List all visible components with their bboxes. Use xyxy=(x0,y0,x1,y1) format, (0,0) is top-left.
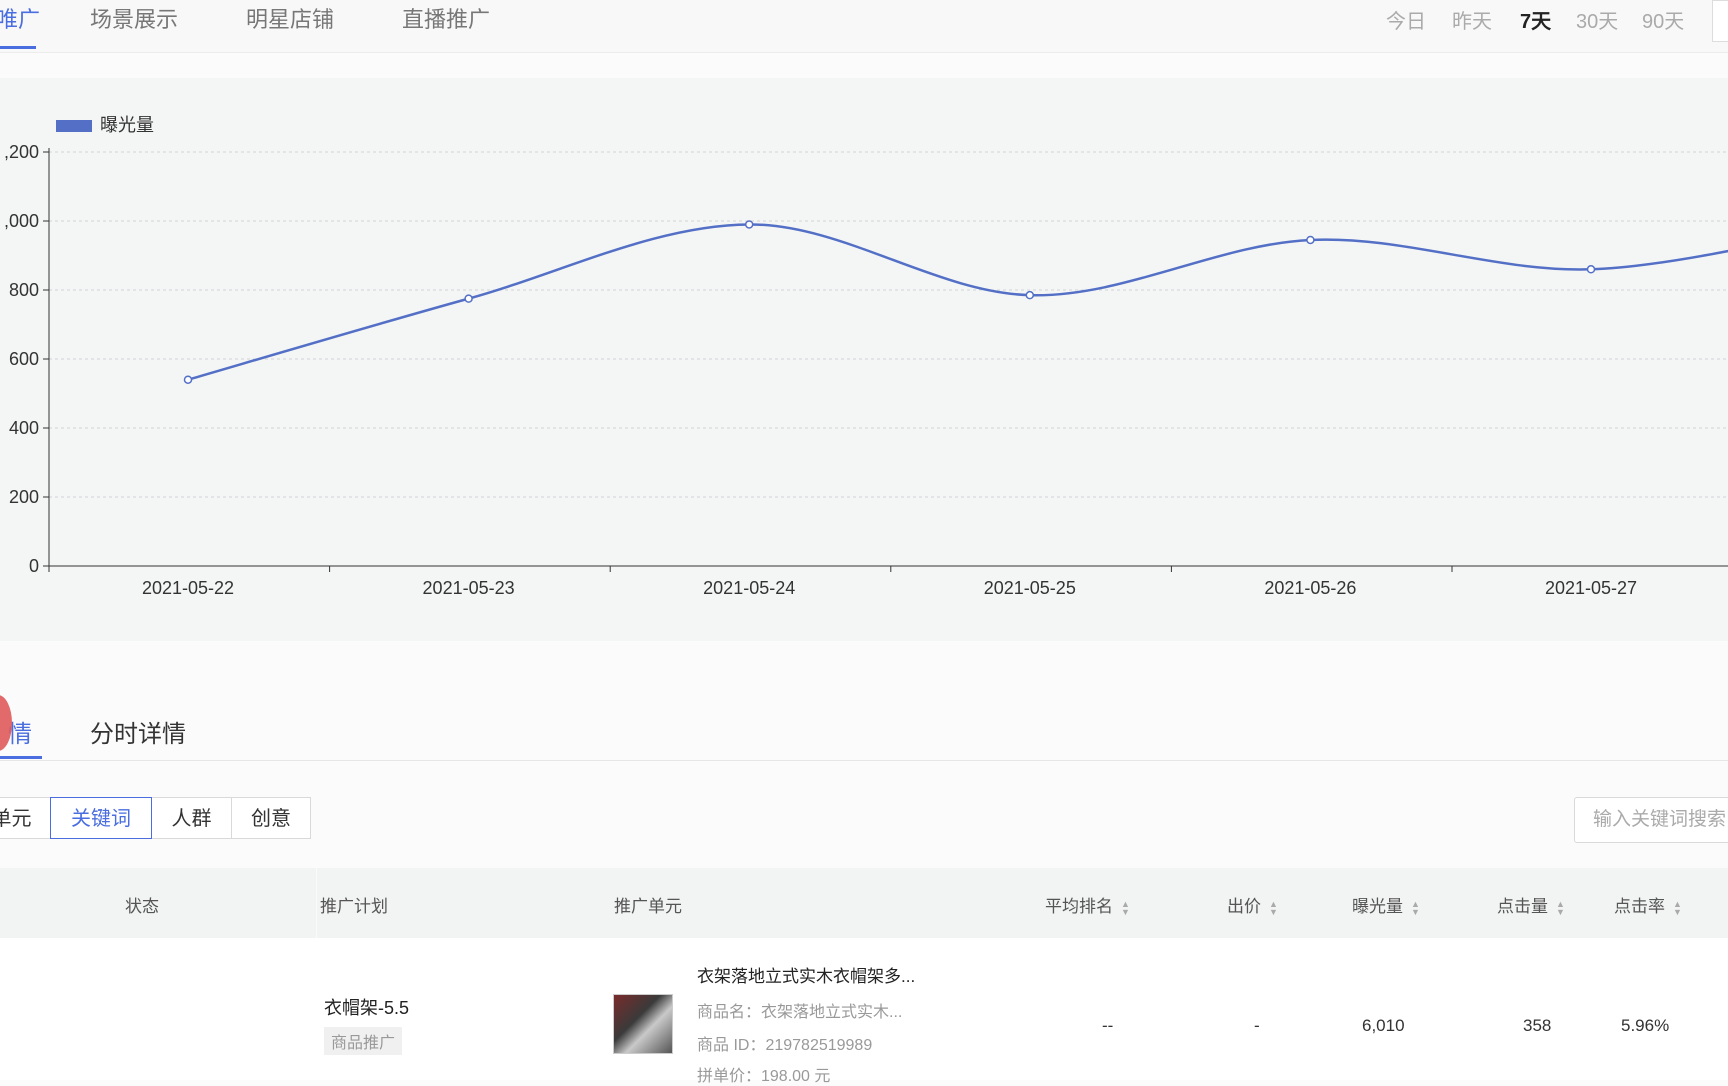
product-id: 商品 ID：219782519989 xyxy=(697,1037,873,1054)
group-price: 拼单价：198.00 元 xyxy=(697,1068,831,1085)
range-today[interactable]: 今日 xyxy=(1386,5,1426,34)
plan-type-badge: 商品推广 xyxy=(324,1027,403,1055)
bid-value: - xyxy=(1254,1016,1260,1035)
data-point xyxy=(744,220,754,229)
sort-icon[interactable]: ▲ ▼ xyxy=(1411,899,1420,916)
header-divider xyxy=(316,868,317,938)
header-ctr[interactable]: 点击率 ▲ ▼ xyxy=(1614,892,1682,917)
table-header: 状态 推广计划 推广单元 平均排名 ▲ ▼ 出价 ▲ ▼ 曝光量 ▲ ▼ 点击量 ▲ ▼ 点击率… xyxy=(0,868,1728,938)
clicks-value: 358 xyxy=(1523,1016,1552,1035)
filter-audience[interactable]: 人群 xyxy=(151,797,232,839)
header-clicks[interactable]: 点击量 ▲ ▼ xyxy=(1497,892,1565,917)
range-30-days[interactable]: 30天 xyxy=(1576,5,1618,34)
filter-keyword[interactable]: 关键词 xyxy=(50,797,152,839)
legend-swatch xyxy=(56,120,92,132)
active-tab-indicator xyxy=(0,46,36,49)
ctr-value: 5.96% xyxy=(1621,1016,1670,1035)
sort-icon[interactable]: ▲ ▼ xyxy=(1121,899,1130,916)
data-point xyxy=(1586,265,1596,274)
impressions-value: 6,010 xyxy=(1362,1016,1405,1035)
tab-promotion[interactable]: 唯广 xyxy=(0,2,40,34)
product-title[interactable]: 衣架落地立式实木衣帽架多... xyxy=(697,962,915,987)
detail-tab-bar: 情 分时详情 xyxy=(0,700,1728,761)
filter-creative[interactable]: 创意 xyxy=(231,797,311,839)
sort-icon[interactable]: ▲ ▼ xyxy=(1269,899,1278,916)
keyword-search-input[interactable] xyxy=(1574,797,1728,843)
y-tick-label: 200 xyxy=(9,487,39,507)
data-point xyxy=(1025,290,1035,300)
date-picker[interactable] xyxy=(1712,0,1728,42)
x-tick-label: 2021-05-23 xyxy=(423,578,515,598)
header-impressions-label: 曝光量 xyxy=(1352,897,1403,916)
header-plan: 推广计划 xyxy=(320,897,388,916)
y-tick-label: 400 xyxy=(9,418,39,438)
table-row[interactable]: 衣帽架-5.5 商品推广 衣架落地立式实木衣帽架多... 商品名：衣架落地立式实… xyxy=(0,938,1728,1085)
x-tick-label: 2021-05-27 xyxy=(1545,578,1637,598)
header-clicks-label: 点击量 xyxy=(1497,897,1548,916)
tab-scene-display[interactable]: 场景展示 xyxy=(90,2,178,34)
header-avg-rank[interactable]: 平均排名 ▲ ▼ xyxy=(1045,892,1130,917)
chart-panel: 0 200 400 600 800 ,000 ,200 2021-05-22 2021-05-2… xyxy=(0,78,1728,641)
active-detail-tab-indicator xyxy=(0,756,42,759)
x-tick-label: 2021-05-24 xyxy=(703,578,795,598)
sort-icon[interactable]: ▲ ▼ xyxy=(1556,899,1565,916)
sort-icon[interactable]: ▲ ▼ xyxy=(1673,899,1682,916)
header-bid-label: 出价 xyxy=(1227,897,1261,916)
y-tick-label: ,200 xyxy=(4,142,39,162)
data-point xyxy=(183,375,193,384)
tab-live-promotion[interactable]: 直播推广 xyxy=(402,2,490,34)
filter-unit[interactable]: 单元 xyxy=(0,797,52,839)
tab-hourly-details[interactable]: 分时详情 xyxy=(90,714,186,749)
y-tick-label: 600 xyxy=(9,349,39,369)
avg-rank-value: -- xyxy=(1102,1016,1114,1035)
plan-name[interactable]: 衣帽架-5.5 xyxy=(324,994,409,1020)
y-tick-label: ,000 xyxy=(4,211,39,231)
data-point xyxy=(464,294,473,303)
series-line xyxy=(187,223,1728,381)
range-90-days[interactable]: 90天 xyxy=(1642,5,1684,34)
x-tick-label: 2021-05-22 xyxy=(142,578,234,598)
range-yesterday[interactable]: 昨天 xyxy=(1452,5,1492,34)
product-thumbnail xyxy=(613,994,673,1054)
product-name: 商品名：衣架落地立式实木... xyxy=(697,1004,903,1021)
x-tick-label: 2021-05-26 xyxy=(1264,578,1356,598)
top-tab-bar: 唯广 场景展示 明星店铺 直播推广 今日 昨天 7天 30天 90天 xyxy=(0,0,1728,53)
header-bid[interactable]: 出价 ▲ ▼ xyxy=(1227,892,1278,917)
header-impressions[interactable]: 曝光量 ▲ ▼ xyxy=(1352,892,1420,917)
header-ctr-label: 点击率 xyxy=(1614,897,1665,916)
header-avg-rank-label: 平均排名 xyxy=(1045,897,1113,916)
data-point xyxy=(1306,235,1315,245)
impressions-line-chart: 0 200 400 600 800 ,000 ,200 2021-05-22 2021-05-2… xyxy=(4,115,1728,598)
range-7-days[interactable]: 7天 xyxy=(1520,5,1551,34)
tab-star-store[interactable]: 明星店铺 xyxy=(246,2,334,34)
header-status: 状态 xyxy=(125,897,159,916)
y-tick-label: 800 xyxy=(9,280,39,300)
y-tick-label: 0 xyxy=(29,556,39,576)
x-tick-label: 2021-05-25 xyxy=(984,578,1076,598)
legend-label: 曝光量 xyxy=(100,115,154,135)
header-unit: 推广单元 xyxy=(614,897,682,916)
